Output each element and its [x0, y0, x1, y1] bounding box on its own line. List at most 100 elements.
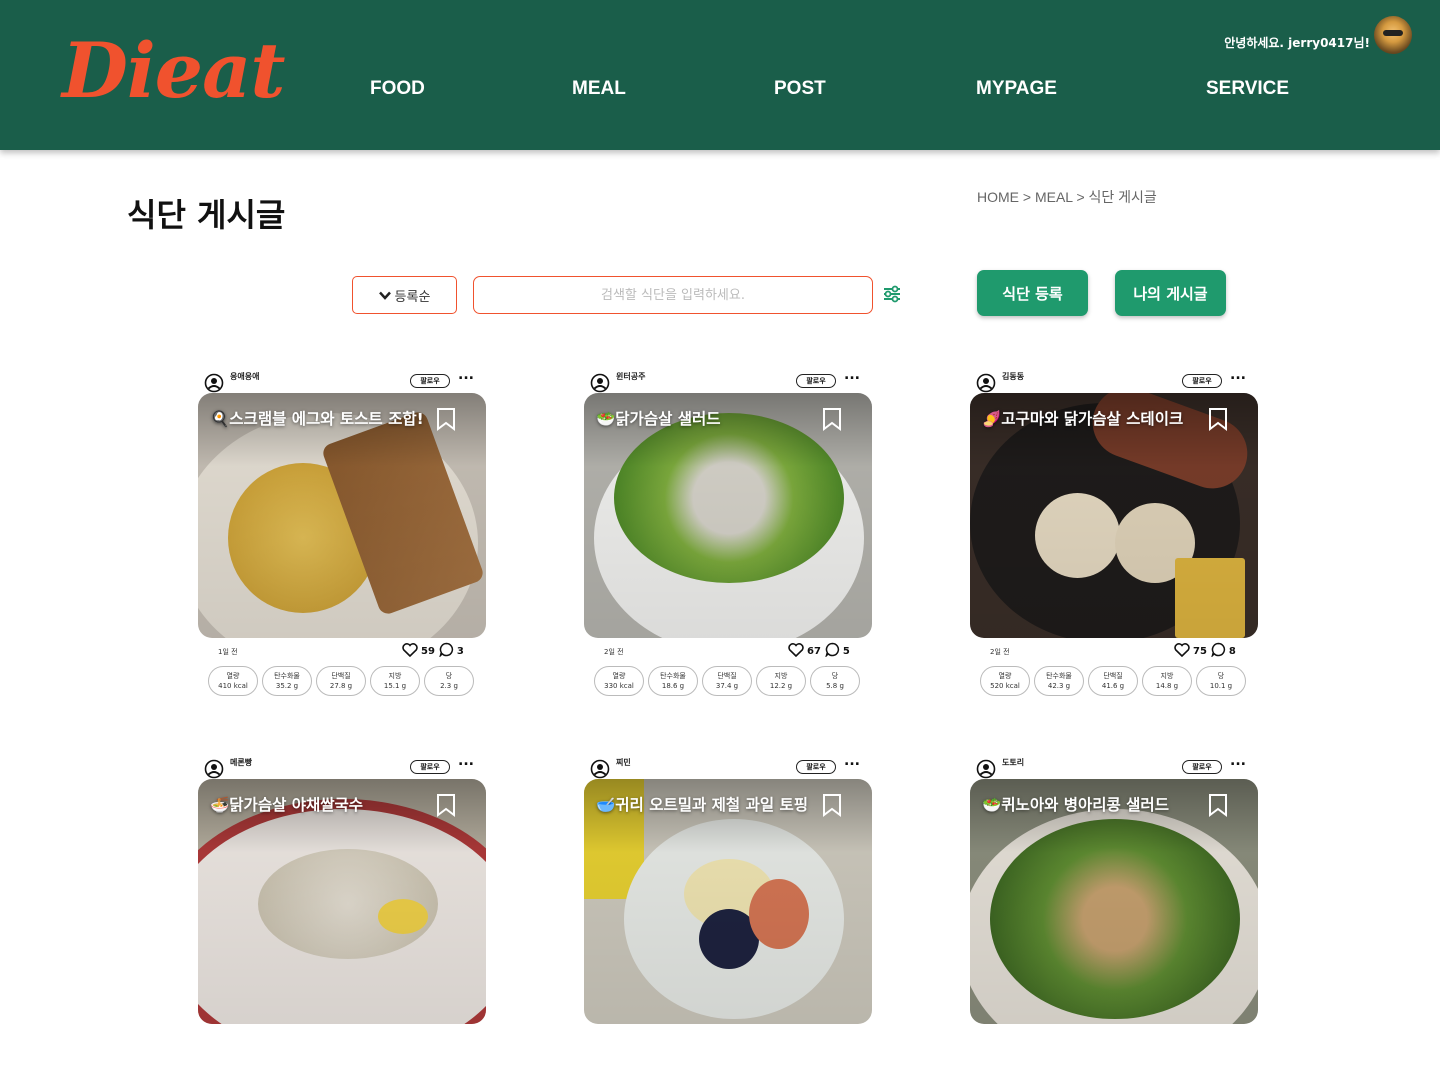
nutrient-label: 당 — [1217, 672, 1225, 680]
card-header: 응애응애 팔로우 ... — [204, 368, 480, 393]
nutrient-value: 41.6 g — [1101, 682, 1125, 690]
bookmark-icon[interactable] — [1208, 407, 1228, 435]
like-count: 67 — [807, 645, 821, 657]
like-count: 59 — [421, 645, 435, 657]
nutrient-value: 37.4 g — [715, 682, 739, 690]
comment-button[interactable]: 3 — [438, 642, 464, 660]
post-card[interactable]: 메론빵 팔로우 ... 🍜닭가슴살 야채쌀국수 — [198, 754, 486, 1084]
username[interactable]: 도토리 — [1002, 757, 1024, 768]
nutrient-value: 27.8 g — [329, 682, 353, 690]
nutrient-value: 35.2 g — [275, 682, 299, 690]
username[interactable]: 응애응애 — [230, 371, 259, 382]
meal-image[interactable]: 🍠고구마와 닭가슴살 스테이크 — [970, 393, 1258, 638]
comment-icon — [438, 642, 454, 660]
nutrient-label: 탄수화물 — [660, 672, 686, 680]
bookmark-icon[interactable] — [436, 407, 456, 435]
follow-button[interactable]: 팔로우 — [796, 760, 836, 774]
sort-dropdown[interactable]: 등록순 — [352, 276, 457, 314]
follow-button[interactable]: 팔로우 — [410, 760, 450, 774]
nutrient-value: 330 kcal — [604, 682, 634, 690]
nutrient-value: 410 kcal — [218, 682, 248, 690]
more-options-button[interactable]: ... — [844, 368, 860, 382]
register-meal-button[interactable]: 식단 등록 — [977, 270, 1088, 316]
comment-button[interactable]: 5 — [824, 642, 850, 660]
my-posts-button[interactable]: 나의 게시글 — [1115, 270, 1226, 316]
post-card[interactable]: 찌민 팔로우 ... 🥣귀리 오트밀과 제철 과일 토핑 — [584, 754, 872, 1084]
nutrient-pill: 당 5.8 g — [810, 666, 860, 696]
follow-button[interactable]: 팔로우 — [1182, 760, 1222, 774]
nutrient-pill: 열량 410 kcal — [208, 666, 258, 696]
card-header: 도토리 팔로우 ... — [976, 754, 1252, 779]
comment-button[interactable]: 8 — [1210, 642, 1236, 660]
more-options-button[interactable]: ... — [844, 754, 860, 768]
username[interactable]: 메론빵 — [230, 757, 252, 768]
nutrient-pill: 당 10.1 g — [1196, 666, 1246, 696]
nutrient-label: 탄수화물 — [274, 672, 300, 680]
nutrient-pill: 지방 15.1 g — [370, 666, 420, 696]
post-stats: 75 8 — [1174, 642, 1236, 660]
nutrient-pill: 단백질 27.8 g — [316, 666, 366, 696]
more-options-button[interactable]: ... — [458, 368, 474, 382]
post-card[interactable]: 도토리 팔로우 ... 🥗퀴노아와 병아리콩 샐러드 — [970, 754, 1258, 1084]
meal-image[interactable]: 🍳스크램블 에그와 토스트 조합! — [198, 393, 486, 638]
bookmark-icon[interactable] — [822, 407, 842, 435]
nutrient-pill: 탄수화물 35.2 g — [262, 666, 312, 696]
nutrient-value: 520 kcal — [990, 682, 1020, 690]
username[interactable]: 김동동 — [1002, 371, 1024, 382]
meal-image[interactable]: 🥣귀리 오트밀과 제철 과일 토핑 — [584, 779, 872, 1024]
meal-image[interactable]: 🥗퀴노아와 병아리콩 샐러드 — [970, 779, 1258, 1024]
post-time: 2일 전 — [604, 648, 624, 656]
post-card[interactable]: 김동동 팔로우 ... 🍠고구마와 닭가슴살 스테이크 2일 전 75 8 열량… — [970, 368, 1258, 698]
nutrient-label: 탄수화물 — [1046, 672, 1072, 680]
meal-image[interactable]: 🍜닭가슴살 야채쌀국수 — [198, 779, 486, 1024]
post-title: 🥗닭가슴살 샐러드 — [596, 410, 721, 428]
post-card[interactable]: 응애응애 팔로우 ... 🍳스크램블 에그와 토스트 조합! 1일 전 59 3… — [198, 368, 486, 698]
username[interactable]: 찌민 — [616, 757, 631, 768]
meal-image[interactable]: 🥗닭가슴살 샐러드 — [584, 393, 872, 638]
nav-mypage[interactable]: MYPAGE — [976, 78, 1057, 100]
nutrient-label: 열량 — [612, 672, 626, 680]
follow-button[interactable]: 팔로우 — [410, 374, 450, 388]
like-button[interactable]: 67 — [788, 642, 821, 660]
bookmark-icon[interactable] — [822, 793, 842, 821]
logo[interactable]: Dieat — [62, 26, 285, 115]
nutrient-value: 10.1 g — [1209, 682, 1233, 690]
like-button[interactable]: 75 — [1174, 642, 1207, 660]
more-options-button[interactable]: ... — [458, 754, 474, 768]
more-options-button[interactable]: ... — [1230, 754, 1246, 768]
post-title: 🍜닭가슴살 야채쌀국수 — [210, 796, 364, 814]
nav-post[interactable]: POST — [774, 78, 826, 100]
search-input[interactable] — [473, 276, 873, 314]
nutrient-pill: 탄수화물 18.6 g — [648, 666, 698, 696]
follow-button[interactable]: 팔로우 — [796, 374, 836, 388]
like-button[interactable]: 59 — [402, 642, 435, 660]
more-options-button[interactable]: ... — [1230, 368, 1246, 382]
post-title: 🍠고구마와 닭가슴살 스테이크 — [982, 410, 1184, 428]
nutrient-label: 단백질 — [1103, 672, 1123, 680]
post-card[interactable]: 윈터공주 팔로우 ... 🥗닭가슴살 샐러드 2일 전 67 5 열량 330 k… — [584, 368, 872, 698]
nutrient-label: 단백질 — [331, 672, 351, 680]
heart-icon — [788, 642, 804, 660]
nutrient-pill: 지방 14.8 g — [1142, 666, 1192, 696]
nutrient-value: 5.8 g — [826, 682, 844, 690]
nav-food[interactable]: FOOD — [370, 78, 425, 100]
bookmark-icon[interactable] — [1208, 793, 1228, 821]
nutrient-pill: 탄수화물 42.3 g — [1034, 666, 1084, 696]
nutrient-value: 12.2 g — [769, 682, 793, 690]
nav-service[interactable]: SERVICE — [1206, 78, 1289, 100]
avatar[interactable] — [1374, 16, 1412, 54]
nutrient-label: 당 — [445, 672, 453, 680]
nutrient-label: 지방 — [388, 672, 402, 680]
filter-icon[interactable] — [882, 285, 902, 303]
nutrient-pill: 단백질 37.4 g — [702, 666, 752, 696]
greeting-text: 안녕하세요. jerry0417님! — [1224, 36, 1370, 50]
bookmark-icon[interactable] — [436, 793, 456, 821]
nutrient-label: 열량 — [998, 672, 1012, 680]
follow-button[interactable]: 팔로우 — [1182, 374, 1222, 388]
card-header: 윈터공주 팔로우 ... — [590, 368, 866, 393]
post-time: 2일 전 — [990, 648, 1010, 656]
nutrient-label: 지방 — [774, 672, 788, 680]
username[interactable]: 윈터공주 — [616, 371, 645, 382]
nav-meal[interactable]: MEAL — [572, 78, 626, 100]
breadcrumb[interactable]: HOME > MEAL > 식단 게시글 — [977, 187, 1157, 207]
